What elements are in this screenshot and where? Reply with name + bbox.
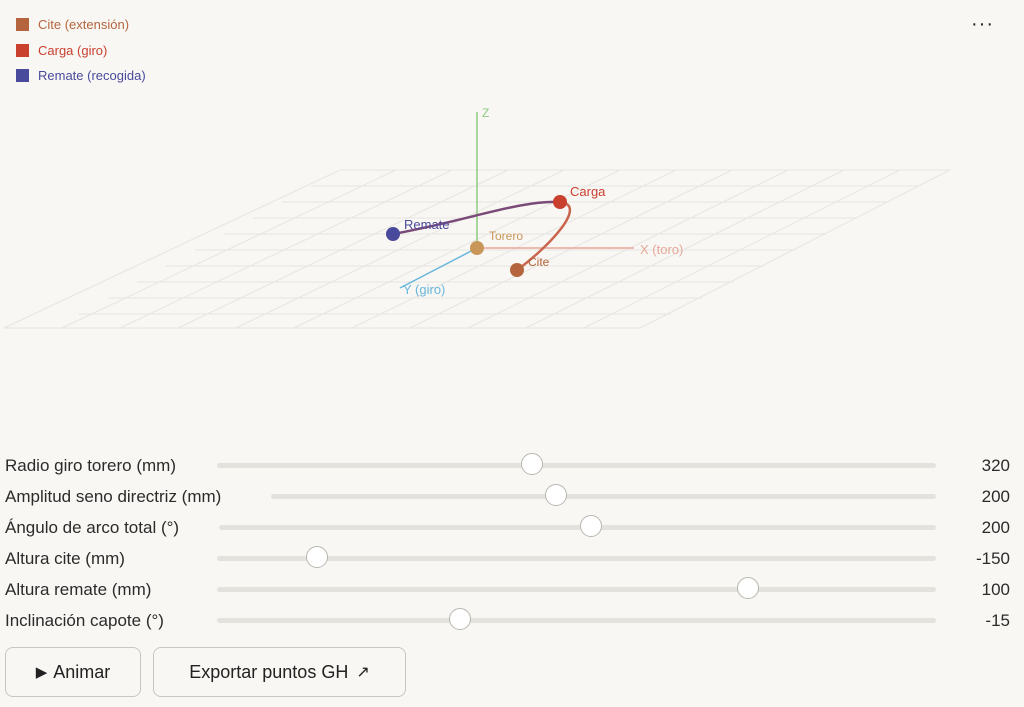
cite-point[interactable] [510, 263, 524, 277]
control-angulo-arco: Ángulo de arco total (°) 200 [5, 512, 1010, 543]
legend-item-carga: Carga (giro) [16, 38, 146, 64]
legend-label-carga: Carga (giro) [38, 42, 108, 58]
legend-label-cite: Cite (extensión) [38, 17, 130, 33]
slider-track[interactable] [217, 546, 936, 568]
control-value: -150 [975, 548, 1010, 568]
torero-label: Torero [489, 229, 523, 243]
legend-item-remate: Remate (recogida) [16, 63, 146, 89]
control-inclinacion-capote: Inclinación capote (°) -15 [5, 605, 1010, 636]
control-value: 200 [981, 486, 1010, 506]
control-label: Ángulo de arco total (°) [5, 517, 180, 537]
legend-swatch-cite [16, 18, 29, 32]
slider-track[interactable] [217, 453, 936, 475]
export-gh-button[interactable]: Exportar puntos GH ↗ [153, 647, 406, 697]
3d-viewport[interactable]: Z X (toro) Y (giro) Torero Cite Carga Re… [0, 90, 1024, 340]
control-altura-remate: Altura remate (mm) 100 [5, 574, 1010, 605]
legend-swatch-carga [16, 43, 29, 57]
slider-thumb[interactable] [737, 577, 760, 599]
control-value: 200 [981, 517, 1010, 537]
control-value: -15 [985, 610, 1010, 630]
slider-track[interactable] [271, 484, 936, 506]
export-label: Exportar puntos GH [189, 661, 349, 682]
slider-track[interactable] [219, 515, 936, 537]
slider-thumb[interactable] [521, 453, 544, 475]
legend-label-remate: Remate (recogida) [38, 68, 146, 84]
animate-button[interactable]: ▶ Animar [5, 647, 141, 697]
more-options-icon[interactable]: ··· [971, 14, 994, 34]
parameter-controls: Radio giro torero (mm) 320 Amplitud seno… [5, 450, 1010, 636]
slider-thumb[interactable] [544, 484, 567, 506]
legend-item-cite: Cite (extensión) [16, 12, 146, 38]
external-arrow-icon: ↗ [356, 664, 370, 681]
legend-swatch-remate [16, 69, 29, 83]
action-bar: ▶ Animar Exportar puntos GH ↗ [5, 647, 406, 697]
control-value: 100 [981, 579, 1010, 599]
animate-label: Animar [53, 661, 111, 682]
control-label: Inclinación capote (°) [5, 610, 164, 630]
remate-label: Remate [404, 217, 450, 232]
y-axis-label: Y (giro) [403, 282, 445, 297]
slider-track[interactable] [217, 608, 936, 630]
torero-point [470, 241, 484, 255]
control-label: Altura remate (mm) [5, 579, 152, 599]
cite-label: Cite [528, 255, 550, 269]
remate-point[interactable] [386, 227, 400, 241]
play-icon: ▶ [35, 664, 48, 681]
legend: Cite (extensión) Carga (giro) Remate (re… [16, 12, 146, 89]
carga-point[interactable] [553, 195, 567, 209]
z-axis-label: Z [482, 106, 489, 120]
slider-thumb[interactable] [305, 546, 328, 568]
slider-track[interactable] [217, 577, 936, 599]
slider-thumb[interactable] [579, 515, 602, 537]
carga-label: Carga [570, 184, 606, 199]
control-label: Radio giro torero (mm) [5, 455, 176, 475]
control-value: 320 [981, 455, 1010, 475]
slider-thumb[interactable] [449, 608, 472, 630]
control-label: Amplitud seno directriz (mm) [5, 486, 222, 506]
control-radio-giro: Radio giro torero (mm) 320 [5, 450, 1010, 481]
control-label: Altura cite (mm) [5, 548, 125, 568]
x-axis-label: X (toro) [640, 242, 683, 257]
control-altura-cite: Altura cite (mm) -150 [5, 543, 1010, 574]
control-amplitud-seno: Amplitud seno directriz (mm) 200 [5, 481, 1010, 512]
